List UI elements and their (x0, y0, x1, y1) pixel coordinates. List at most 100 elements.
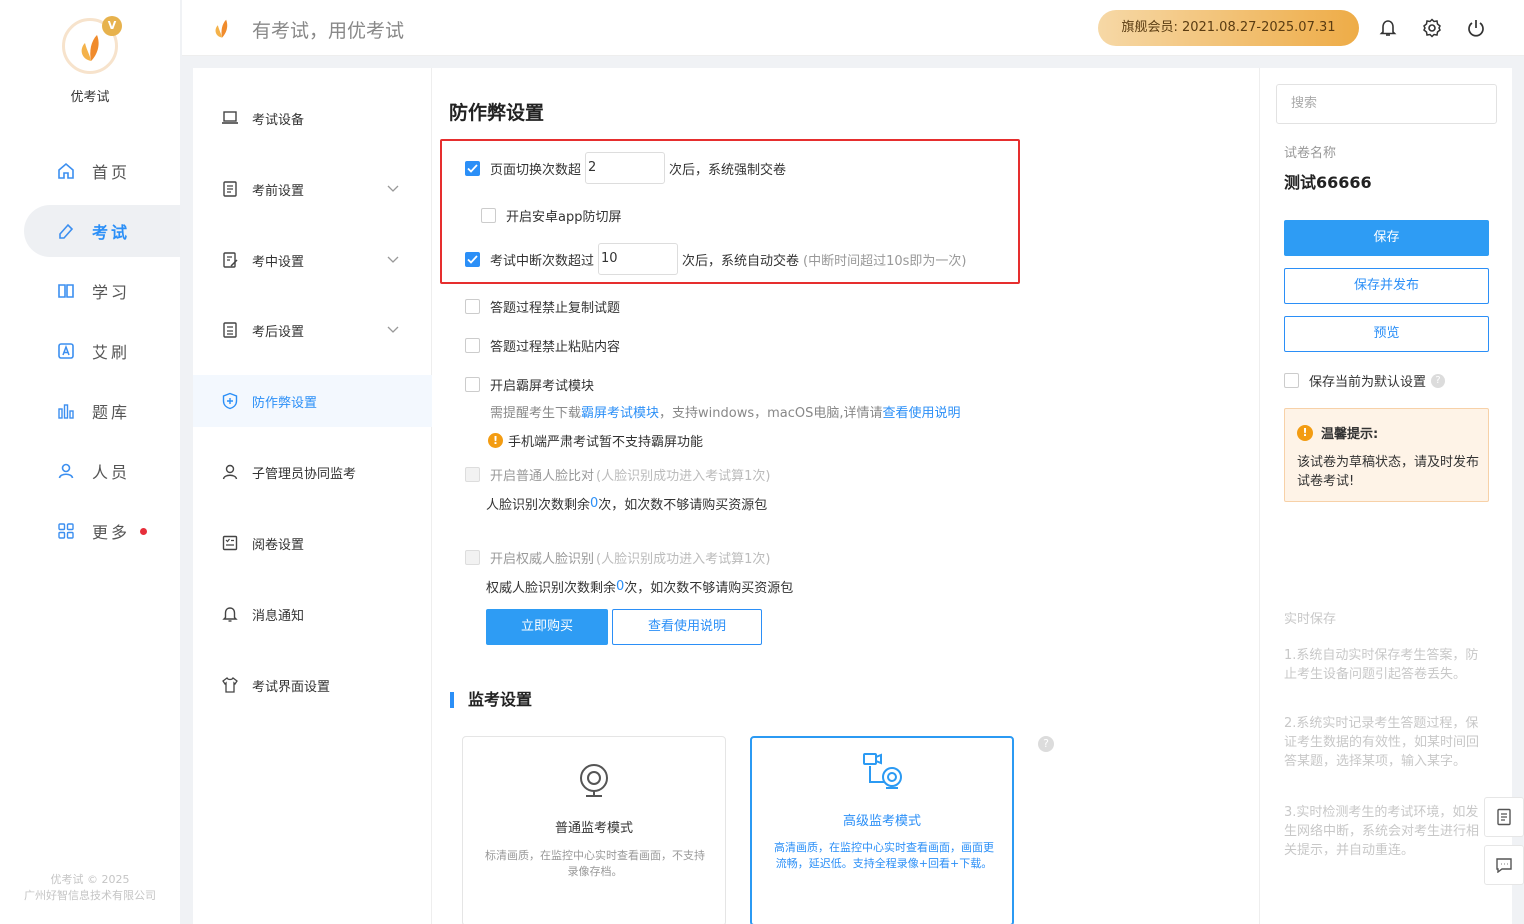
tip-text: ，支持windows，macOS电脑,详情请 (659, 406, 883, 421)
submenu-item-exam-device[interactable]: 考试设备 (193, 92, 432, 144)
android-anti-switch-checkbox[interactable] (481, 208, 496, 223)
top-bar: 有考试，用优考试 旗舰会员: 2021.08.27-2025.07.31 (182, 0, 1524, 56)
submenu-label: 子管理员协同监考 (252, 466, 357, 482)
submenu-label: 考前设置 (252, 183, 305, 199)
nav-label: 考试 (92, 223, 131, 242)
autosave-item-3: 3.实时检测考生的考试环境，如发生网络中断，系统会对考生进行相关提示，并自动重连… (1284, 805, 1480, 858)
warning-icon: ! (1297, 424, 1313, 441)
interrupt-count-input[interactable]: 10 (598, 243, 679, 275)
lockscreen-checkbox[interactable] (465, 377, 480, 392)
notification-dot (140, 527, 148, 535)
monitor-section-title: 监考设置 (450, 692, 532, 708)
page-switch-checkbox[interactable] (465, 160, 480, 176)
lockscreen-tip: 需提醒考生下载 霸屏考试模块 ，支持windows，macOS电脑,详情请 查看… (490, 402, 961, 421)
nav-item-aishua[interactable]: 艾刷 (24, 325, 180, 377)
autosave-item-2: 2.系统实时记录考生答题过程，保证考生数据的有效性，如某时间回答某题，选择某项，… (1284, 716, 1480, 769)
notes-float-button[interactable] (1484, 797, 1524, 837)
paper-name: 测试66666 (1284, 173, 1372, 192)
submenu-item-post-exam[interactable]: 考后设置 (193, 304, 432, 356)
gear-icon[interactable] (1422, 18, 1444, 40)
page-switch-suffix: 次后，系统强制交卷 (669, 162, 787, 178)
submenu-item-anti-cheat[interactable]: 防作弊设置 (193, 375, 432, 427)
interrupt-row: 考试中断次数超过 10 次后，系统自动交卷 (中断时间超过10s即为一次) (465, 243, 967, 275)
interrupt-checkbox[interactable] (465, 251, 480, 267)
nav-item-study[interactable]: 学习 (24, 265, 180, 317)
no-paste-checkbox[interactable] (465, 338, 480, 353)
save-publish-button[interactable]: 保存并发布 (1284, 268, 1489, 304)
face-remaining: 人脸识别次数剩余 0 次，如次数不够请购买资源包 (486, 494, 767, 513)
save-default-checkbox[interactable] (1284, 373, 1299, 388)
chevron-down-icon[interactable] (386, 252, 400, 266)
slogan: 有考试，用优考试 (252, 20, 405, 42)
edit-doc-icon (221, 251, 239, 269)
power-icon[interactable] (1466, 18, 1488, 40)
auth-face-row: 开启权威人脸识别 (人脸识别成功进入考试算1次) (465, 548, 770, 567)
book-icon (56, 281, 76, 301)
shirt-icon (221, 676, 239, 694)
face-remaining-count: 0 (590, 496, 599, 511)
submenu-item-during-exam[interactable]: 考中设置 (193, 234, 432, 286)
nav-item-more[interactable]: 更多 (24, 505, 180, 557)
face-compare-checkbox[interactable] (465, 467, 480, 482)
nav-item-home[interactable]: 首页 (24, 145, 180, 197)
normal-monitor-card[interactable]: 普通监考模式 标清画质，在监控中心实时查看画面，不支持录像存档。 (462, 736, 726, 924)
android-row: 开启安卓app防切屏 (481, 206, 621, 225)
nav-item-people[interactable]: 人员 (24, 445, 180, 497)
nav-label: 艾刷 (92, 343, 131, 362)
chat-float-button[interactable] (1484, 845, 1524, 885)
submenu-item-sub-admin-proctor[interactable]: 子管理员协同监考 (193, 446, 432, 498)
submenu-item-exam-ui[interactable]: 考试界面设置 (193, 659, 432, 711)
nav-item-exam[interactable]: 考试 (24, 205, 180, 257)
android-anti-switch-label: 开启安卓app防切屏 (506, 210, 622, 225)
vip-membership-badge[interactable]: 旗舰会员: 2021.08.27-2025.07.31 (1098, 10, 1359, 46)
submenu-item-grading[interactable]: 阅卷设置 (193, 517, 432, 569)
advanced-mode-desc: 高清画质，在监控中心实时查看画面，画面更流畅，延迟低。支持全程录像+回看+下载。 (774, 841, 994, 870)
brand-name: 优考试 (70, 90, 110, 105)
face-compare-note: (人脸识别成功进入考试算1次) (596, 469, 771, 484)
autosave-item-1: 1.系统自动实时保存考生答案，防止考生设备问题引起答卷丢失。 (1284, 648, 1479, 682)
help-icon[interactable]: ? (1038, 736, 1054, 752)
help-icon[interactable]: ? (1431, 373, 1446, 388)
normal-mode-name: 普通监考模式 (554, 821, 633, 836)
chevron-down-icon[interactable] (386, 322, 400, 336)
chevron-down-icon[interactable] (386, 181, 400, 195)
no-copy-row: 答题过程禁止复制试题 (465, 297, 620, 316)
autosave-title: 实时保存 (1284, 612, 1337, 627)
auth-face-remaining: 权威人脸识别次数剩余 0 次，如次数不够请购买资源包 (486, 577, 793, 596)
buy-now-button[interactable]: 立即购买 (486, 609, 608, 645)
user-icon (56, 461, 76, 481)
lockscreen-manual-link[interactable]: 查看使用说明 (883, 402, 961, 421)
interrupt-label: 考试中断次数超过 (490, 253, 595, 269)
paper-name-label: 试卷名称 (1284, 146, 1337, 161)
remaining-text: 人脸识别次数剩余 (486, 498, 591, 513)
auth-face-checkbox[interactable] (465, 550, 480, 565)
no-paste-row: 答题过程禁止粘贴内容 (465, 336, 620, 355)
right-sidebar: 搜索 试卷名称 测试66666 保存 保存并发布 预览 保存当前为默认设置 ? … (1259, 68, 1512, 924)
no-copy-checkbox[interactable] (465, 299, 480, 314)
submenu-label: 考试界面设置 (252, 679, 331, 695)
page-switch-count-input[interactable]: 2 (585, 152, 666, 184)
submenu-item-pre-exam[interactable]: 考前设置 (193, 163, 432, 215)
default-setting-row: 保存当前为默认设置 ? (1284, 371, 1446, 390)
settings-panel: 考试设备 考前设置 考中设置 考后设置 防作弊设置 子管理员协同监考 阅卷设置 (193, 68, 1512, 924)
submenu-label: 考后设置 (252, 324, 305, 340)
face-compare-label: 开启普通人脸比对 (490, 469, 595, 484)
vip-crown-icon: V (102, 16, 122, 36)
interrupt-suffix: 次后，系统自动交卷 (682, 253, 800, 269)
lockscreen-module-link[interactable]: 霸屏考试模块 (581, 402, 659, 421)
submenu-item-notifications[interactable]: 消息通知 (193, 588, 432, 640)
settings-submenu: 考试设备 考前设置 考中设置 考后设置 防作弊设置 子管理员协同监考 阅卷设置 (193, 68, 432, 924)
save-button[interactable]: 保存 (1284, 220, 1489, 256)
logo-leaf-icon (81, 35, 99, 61)
view-manual-button[interactable]: 查看使用说明 (612, 609, 762, 645)
mobile-warning-text: 手机端严肃考试暂不支持霸屏功能 (508, 435, 704, 450)
nav-item-question-bank[interactable]: 题库 (24, 385, 180, 437)
shield-icon (221, 392, 239, 410)
bell-icon[interactable] (1378, 18, 1400, 40)
search-input[interactable]: 搜索 (1276, 84, 1497, 124)
auth-face-label: 开启权威人脸识别 (490, 552, 595, 567)
bell-icon (221, 605, 239, 623)
advanced-monitor-card[interactable]: 高级监考模式 高清画质，在监控中心实时查看画面，画面更流畅，延迟低。支持全程录像… (750, 736, 1014, 924)
preview-button[interactable]: 预览 (1284, 316, 1489, 352)
copyright: 优考试 © 2025 广州好智信息技术有限公司 (0, 872, 180, 904)
